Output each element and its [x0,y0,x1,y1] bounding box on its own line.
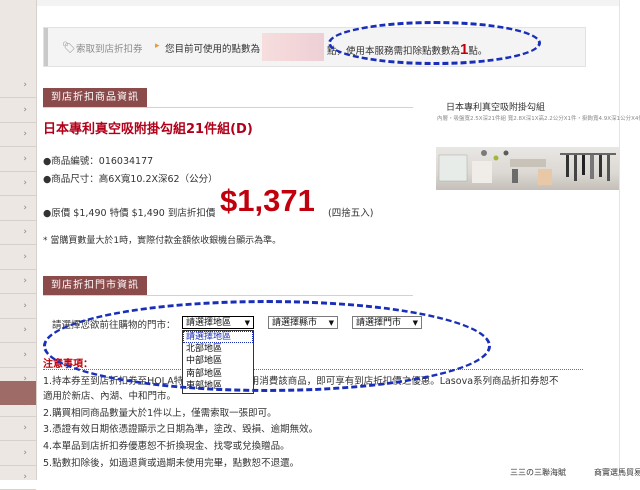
product-title: 日本專利真空吸附掛勾組21件組(D) [43,122,253,137]
annotation-oval-store [43,300,491,392]
sidebar-item[interactable]: › [0,195,36,221]
product-section-heading: 到店折扣商品資訊 [43,88,147,107]
discount-price: $1,371 [220,183,315,218]
notice-item: 5.點數扣除後，如過退貨或過期未使用完畢，點數恕不退還。 [43,458,300,469]
section-divider [43,107,413,108]
annotation-oval-points [328,21,541,65]
price-line: ●原價 $1,490 特價 $1,490 到店折扣價 [43,208,216,219]
sidebar-item[interactable]: › [0,219,36,245]
sidebar-item[interactable]: › [0,415,36,441]
right-edge [619,0,640,480]
notice-item: 4.本單品到店折扣券優惠恕不折換現金、找零或兌換贈品。 [43,441,290,452]
card-title: 日本專利真空吸附掛勾組 [446,103,546,113]
product-photo [436,147,619,190]
coupon-box-accent [44,28,48,66]
top-bar [37,0,619,6]
rounding-note: (四捨五入) [328,208,374,219]
sidebar-item[interactable]: › [0,244,36,270]
request-coupon-link[interactable]: 索取到店折扣券 [76,41,143,55]
notice-item: 2.購買相同商品數量大於1件以上，僅需索取一張即可。 [43,408,277,419]
sidebar-item[interactable]: › [0,440,36,466]
product-size: ●商品尺寸：高6X寬10.2X深62（公分） [43,174,218,185]
sidebar-item[interactable]: › [0,146,36,172]
sidebar-item[interactable]: › [0,72,36,98]
arrow-icon: ▸ [155,41,160,51]
sidebar-item[interactable]: › [0,464,36,490]
store-section-heading: 到店折扣門市資訊 [43,276,147,295]
redacted-points [262,33,324,61]
sidebar-item[interactable]: › [0,342,36,368]
card-subtitle: 內層・吸盤寬2.5X深21件組 寬2.8X深1X高2.2公分X1件・掛鉤寬4.9… [437,116,640,122]
main-content: 🏷︎ 索取到店折扣券 ▸ 您目前可使用的點數為 點，使用本服務需扣除點數數為1點… [37,0,640,480]
section-divider [43,295,413,296]
sidebar-item[interactable]: › [0,121,36,147]
notice-item: 適用於新店、內湖、中和門市。 [43,391,177,402]
notice-item: 3.憑證有效日期依憑證顯示之日期為準，塗改、毀損、逾期無效。 [43,424,319,435]
points-message-prefix: 您目前可使用的點數為 [165,44,261,55]
sidebar-item[interactable]: › [0,317,36,343]
footer-link[interactable]: 商實選馬貿易 [594,467,640,478]
sidebar-active-item[interactable] [0,381,36,405]
product-code: ●商品編號：016034177 [43,156,154,167]
sidebar-item[interactable]: › [0,268,36,294]
sidebar-item[interactable]: › [0,293,36,319]
product-photo-illustration [438,150,616,185]
tag-icon: 🏷︎ [62,41,76,54]
left-sidebar: ››››››››››››››››› [0,0,37,490]
sidebar-item[interactable]: › [0,97,36,123]
footer-link[interactable]: 三三の三聯海賦 [510,467,566,478]
product-image-card: 日本專利真空吸附掛勾組 內層・吸盤寬2.5X深21件組 寬2.8X深1X高2.2… [436,95,640,190]
sidebar-item[interactable]: › [0,170,36,196]
quantity-note: * 當購買數量大於1時，實際付款金額依收銀機台顯示為準。 [43,236,282,246]
